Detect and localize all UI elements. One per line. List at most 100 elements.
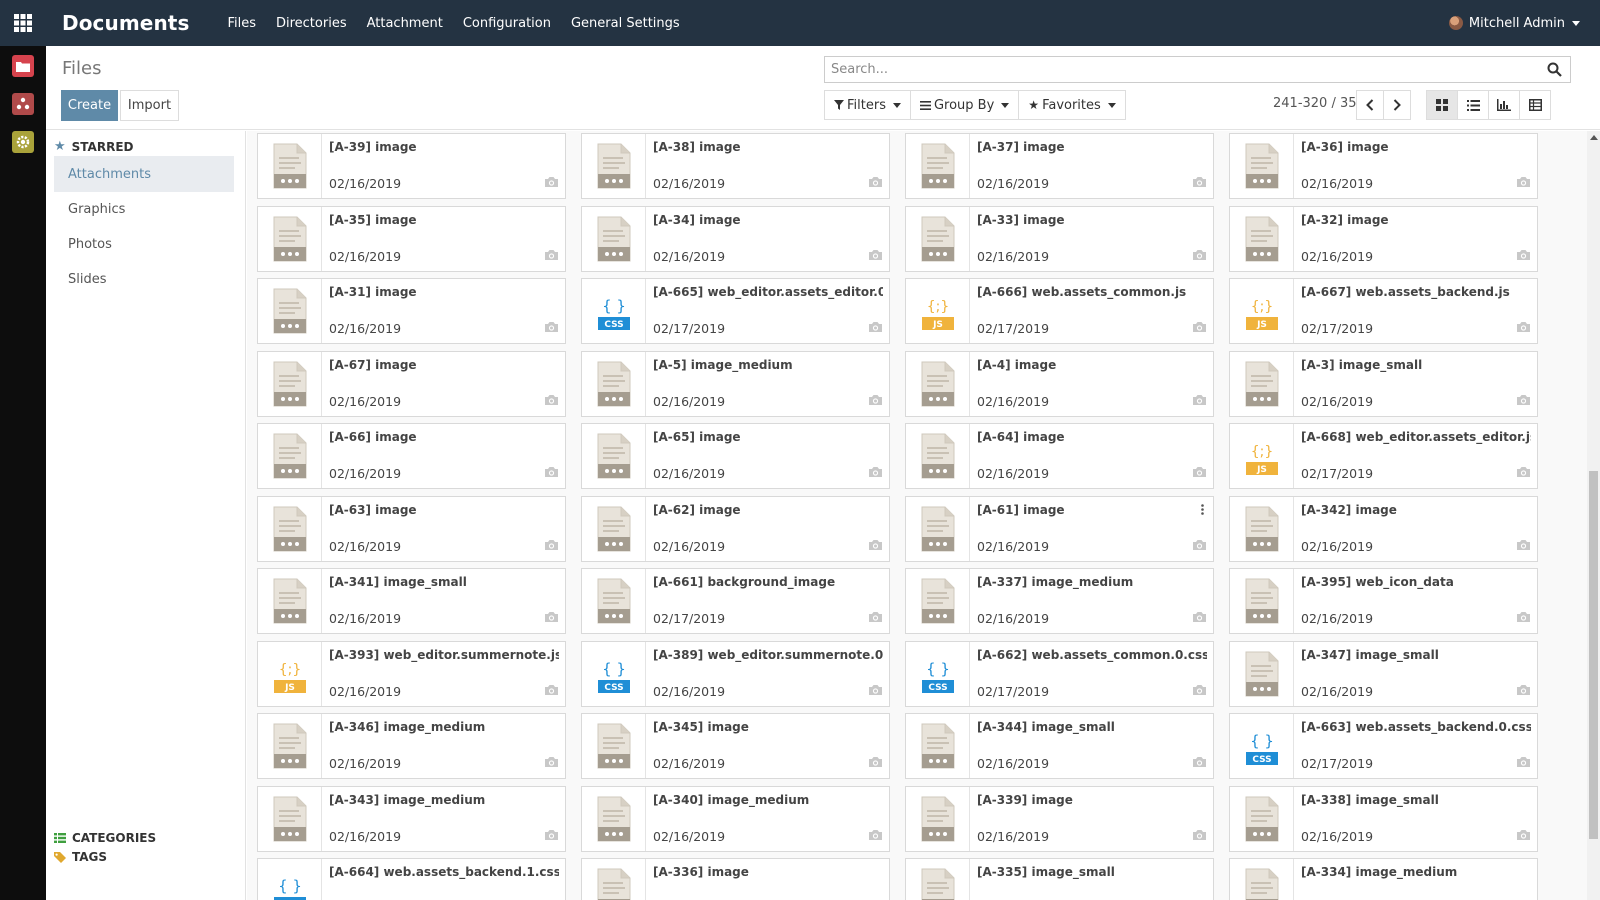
- document-card[interactable]: [A-343] image_medium 02/16/2019: [257, 786, 566, 852]
- document-card[interactable]: {;} JS [A-668] web_editor.assets_editor.js…: [1229, 423, 1538, 489]
- document-icon[interactable]: [1230, 497, 1294, 561]
- document-card[interactable]: [A-336] image: [581, 858, 890, 900]
- document-icon[interactable]: [1230, 569, 1294, 633]
- document-icon[interactable]: [1230, 642, 1294, 706]
- create-button[interactable]: Create: [61, 90, 118, 121]
- document-card[interactable]: [A-37] image 02/16/2019: [905, 133, 1214, 199]
- facet-item-photos[interactable]: Photos: [54, 226, 234, 262]
- pager-next-button[interactable]: [1383, 90, 1411, 120]
- document-card[interactable]: [A-61] image 02/16/2019: [905, 496, 1214, 562]
- document-icon[interactable]: [582, 352, 646, 416]
- document-icon[interactable]: [582, 497, 646, 561]
- document-icon[interactable]: [258, 714, 322, 778]
- tags-header[interactable]: TAGS: [54, 850, 107, 864]
- document-icon[interactable]: [582, 424, 646, 488]
- document-icon[interactable]: [906, 352, 970, 416]
- document-card[interactable]: [A-65] image 02/16/2019: [581, 423, 890, 489]
- document-card[interactable]: { } CSS [A-663] web.assets_backend.0.css 02…: [1229, 713, 1538, 779]
- document-card[interactable]: [A-5] image_medium 02/16/2019: [581, 351, 890, 417]
- pager-previous-button[interactable]: [1356, 90, 1384, 120]
- css-file-icon[interactable]: { }CSS: [258, 859, 322, 900]
- document-icon[interactable]: [258, 424, 322, 488]
- document-card[interactable]: [A-661] background_image 02/17/2019: [581, 568, 890, 634]
- groupby-dropdown[interactable]: Group By: [911, 91, 1020, 119]
- app-switcher-button[interactable]: [0, 0, 46, 46]
- facet-item-slides[interactable]: Slides: [54, 261, 234, 297]
- document-card[interactable]: [A-3] image_small 02/16/2019: [1229, 351, 1538, 417]
- document-card[interactable]: { } CSS [A-665] web_editor.assets_editor.0…: [581, 278, 890, 344]
- document-card[interactable]: [A-66] image 02/16/2019: [257, 423, 566, 489]
- filters-dropdown[interactable]: Filters: [825, 91, 911, 119]
- document-icon[interactable]: [906, 207, 970, 271]
- document-card[interactable]: [A-346] image_medium 02/16/2019: [257, 713, 566, 779]
- document-card[interactable]: [A-344] image_small 02/16/2019: [905, 713, 1214, 779]
- document-card[interactable]: [A-338] image_small 02/16/2019: [1229, 786, 1538, 852]
- document-card[interactable]: [A-342] image 02/16/2019: [1229, 496, 1538, 562]
- document-card[interactable]: {;} JS [A-666] web.assets_common.js 02/17/2…: [905, 278, 1214, 344]
- document-icon[interactable]: [1230, 207, 1294, 271]
- menu-configuration[interactable]: Configuration: [463, 16, 551, 31]
- js-file-icon[interactable]: {;} JS: [906, 279, 970, 343]
- document-card[interactable]: { }CSS [A-664] web.assets_backend.1.css: [257, 858, 566, 900]
- menu-general-settings[interactable]: General Settings: [571, 16, 680, 31]
- document-icon[interactable]: [906, 497, 970, 561]
- menu-attachment[interactable]: Attachment: [367, 16, 443, 31]
- document-icon[interactable]: [258, 787, 322, 851]
- pager-value[interactable]: 241-320 / 356: [1273, 96, 1365, 111]
- menu-files[interactable]: Files: [227, 16, 256, 31]
- document-card[interactable]: [A-335] image_small: [905, 858, 1214, 900]
- document-card[interactable]: [A-345] image 02/16/2019: [581, 713, 890, 779]
- user-menu[interactable]: Mitchell Admin: [1448, 16, 1580, 31]
- scrollbar[interactable]: [1587, 131, 1600, 900]
- starred-header[interactable]: ★ STARRED: [54, 139, 133, 154]
- document-icon[interactable]: [906, 859, 970, 900]
- document-icon[interactable]: [906, 787, 970, 851]
- document-icon[interactable]: [582, 787, 646, 851]
- css-file-icon[interactable]: { }CSS: [582, 279, 646, 343]
- document-card[interactable]: [A-64] image 02/16/2019: [905, 423, 1214, 489]
- menu-directories[interactable]: Directories: [276, 16, 347, 31]
- document-icon[interactable]: [1230, 352, 1294, 416]
- document-icon[interactable]: [906, 424, 970, 488]
- document-icon[interactable]: [258, 134, 322, 198]
- document-card[interactable]: [A-39] image 02/16/2019: [257, 133, 566, 199]
- document-card[interactable]: {;} JS [A-393] web_editor.summernote.js 02/…: [257, 641, 566, 707]
- scrollbar-thumb[interactable]: [1589, 471, 1598, 839]
- more-options-icon[interactable]: [1201, 504, 1204, 519]
- facet-item-graphics[interactable]: Graphics: [54, 191, 234, 227]
- list-view-button[interactable]: [1457, 90, 1489, 120]
- document-icon[interactable]: [906, 714, 970, 778]
- css-file-icon[interactable]: { }CSS: [906, 642, 970, 706]
- js-file-icon[interactable]: {;} JS: [1230, 279, 1294, 343]
- document-icon[interactable]: [582, 134, 646, 198]
- document-icon[interactable]: [1230, 787, 1294, 851]
- document-icon[interactable]: [258, 279, 322, 343]
- settings-app-icon[interactable]: [12, 131, 34, 153]
- document-card[interactable]: [A-63] image 02/16/2019: [257, 496, 566, 562]
- document-icon[interactable]: [258, 569, 322, 633]
- categories-header[interactable]: CATEGORIES: [54, 831, 156, 845]
- document-icon[interactable]: [582, 859, 646, 900]
- js-file-icon[interactable]: {;} JS: [1230, 424, 1294, 488]
- document-card[interactable]: { } CSS [A-662] web.assets_common.0.css 02/…: [905, 641, 1214, 707]
- document-card[interactable]: [A-395] web_icon_data 02/16/2019: [1229, 568, 1538, 634]
- document-card[interactable]: [A-347] image_small 02/16/2019: [1229, 641, 1538, 707]
- favorites-dropdown[interactable]: ★ Favorites: [1019, 91, 1125, 119]
- document-card[interactable]: [A-38] image 02/16/2019: [581, 133, 890, 199]
- document-card[interactable]: [A-35] image 02/16/2019: [257, 206, 566, 272]
- graph-view-button[interactable]: [1488, 90, 1520, 120]
- document-card[interactable]: [A-341] image_small 02/16/2019: [257, 568, 566, 634]
- document-card[interactable]: { } CSS [A-389] web_editor.summernote.0.cs…: [581, 641, 890, 707]
- document-icon[interactable]: [582, 207, 646, 271]
- import-button[interactable]: Import: [120, 90, 179, 121]
- document-card[interactable]: [A-36] image 02/16/2019: [1229, 133, 1538, 199]
- search-icon[interactable]: [1547, 62, 1562, 77]
- pivot-view-button[interactable]: [1519, 90, 1551, 120]
- sign-app-icon[interactable]: [12, 93, 34, 115]
- document-icon[interactable]: [258, 352, 322, 416]
- document-icon[interactable]: [582, 569, 646, 633]
- document-card[interactable]: [A-33] image 02/16/2019: [905, 206, 1214, 272]
- documents-app-icon[interactable]: [12, 55, 34, 77]
- breadcrumb[interactable]: Files: [62, 58, 102, 79]
- document-card[interactable]: [A-334] image_medium: [1229, 858, 1538, 900]
